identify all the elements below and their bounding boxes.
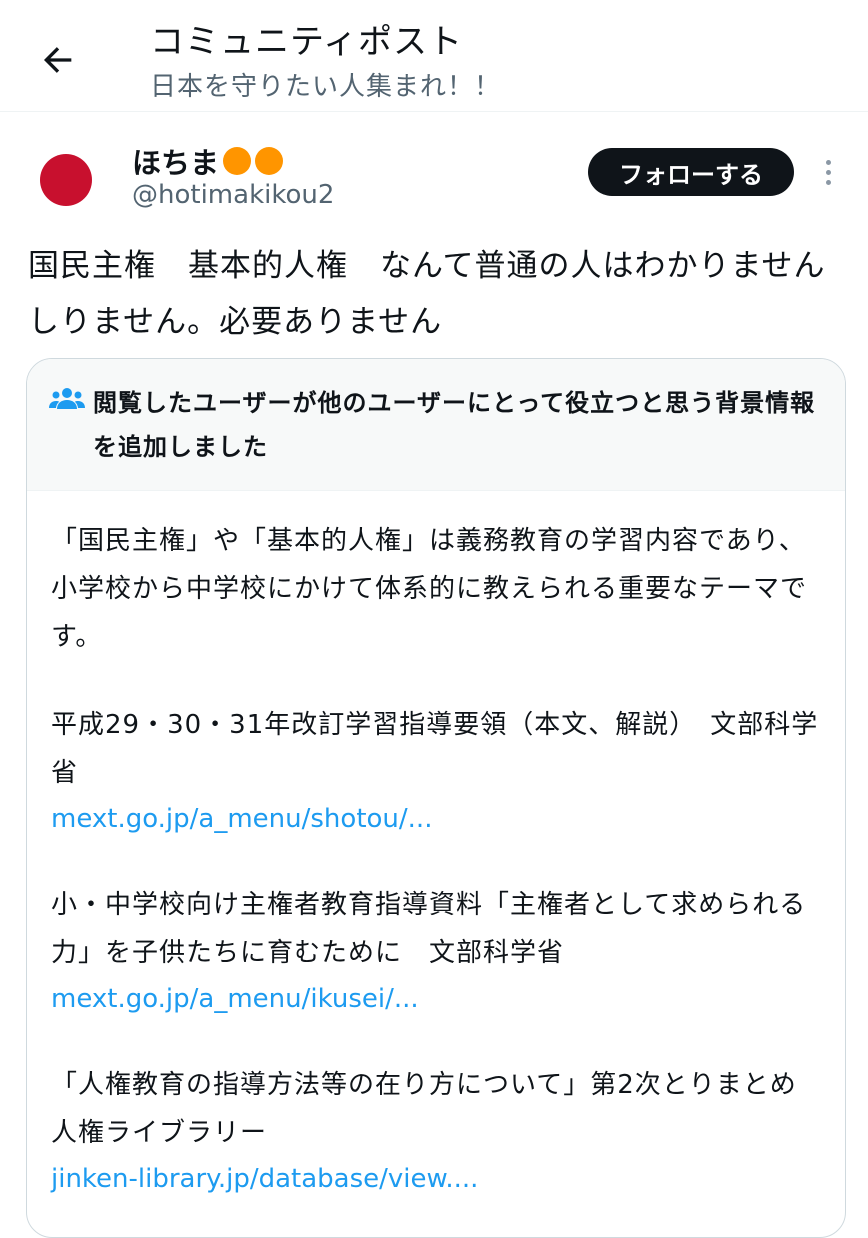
people-icon	[49, 388, 85, 409]
community-note-title: 閲覧したユーザーが他のユーザーにとって役立つと思う背景情報を追加しました	[93, 389, 816, 461]
reference-link[interactable]: mext.go.jp/a_menu/shotou/...	[51, 797, 821, 841]
reference-title: 小・中学校向け主権者教育指導資料「主権者として求められる力」を子供たちに育むため…	[51, 890, 807, 968]
reference-title: 平成29・30・31年改訂学習指導要領（本文、解説） 文部科学省	[51, 710, 819, 788]
community-note: 閲覧したユーザーが他のユーザーにとって役立つと思う背景情報を追加しました 「国民…	[26, 358, 846, 1238]
top-bar: コミュニティポスト 日本を守りたい人集まれ！！	[0, 0, 868, 112]
follow-button[interactable]: フォローする	[588, 148, 794, 196]
avatar[interactable]	[40, 154, 92, 206]
community-name[interactable]: 日本を守りたい人集まれ！！	[150, 66, 501, 103]
author-name-text: ほちま	[132, 146, 220, 180]
author-handle[interactable]: @hotimakikou2	[132, 180, 334, 210]
orange-circle-emoji-icon	[255, 147, 284, 175]
reference-link[interactable]: jinken-library.jp/database/view....	[51, 1157, 821, 1201]
arrow-left-icon	[44, 47, 72, 73]
more-options-button[interactable]	[812, 152, 844, 192]
note-reference: 小・中学校向け主権者教育指導資料「主権者として求められる力」を子供たちに育むため…	[51, 881, 821, 1021]
page-title: コミュニティポスト	[150, 22, 463, 62]
reference-title: 「人権教育の指導方法等の在り方について」第2次とりまとめ 人権ライブラリー	[51, 1070, 824, 1148]
back-button[interactable]	[28, 30, 88, 90]
note-paragraph: 「国民主権」や「基本的人権」は義務教育の学習内容であり、小学校から中学校にかけて…	[51, 526, 808, 652]
community-note-body: 「国民主権」や「基本的人権」は義務教育の学習内容であり、小学校から中学校にかけて…	[27, 491, 845, 1201]
community-note-header: 閲覧したユーザーが他のユーザーにとって役立つと思う背景情報を追加しました	[27, 359, 845, 491]
author-name[interactable]: ほちま	[132, 140, 284, 182]
reference-link[interactable]: mext.go.jp/a_menu/ikusei/...	[51, 977, 821, 1021]
post-text: 国民主権 基本的人権 なんて普通の人はわかりませんしりません。必要ありません	[28, 248, 826, 340]
orange-circle-emoji-icon	[223, 147, 252, 175]
note-reference: 平成29・30・31年改訂学習指導要領（本文、解説） 文部科学省 mext.go…	[51, 701, 821, 841]
note-reference: 「人権教育の指導方法等の在り方について」第2次とりまとめ 人権ライブラリー ji…	[51, 1061, 824, 1201]
vertical-dots-icon	[825, 159, 831, 165]
